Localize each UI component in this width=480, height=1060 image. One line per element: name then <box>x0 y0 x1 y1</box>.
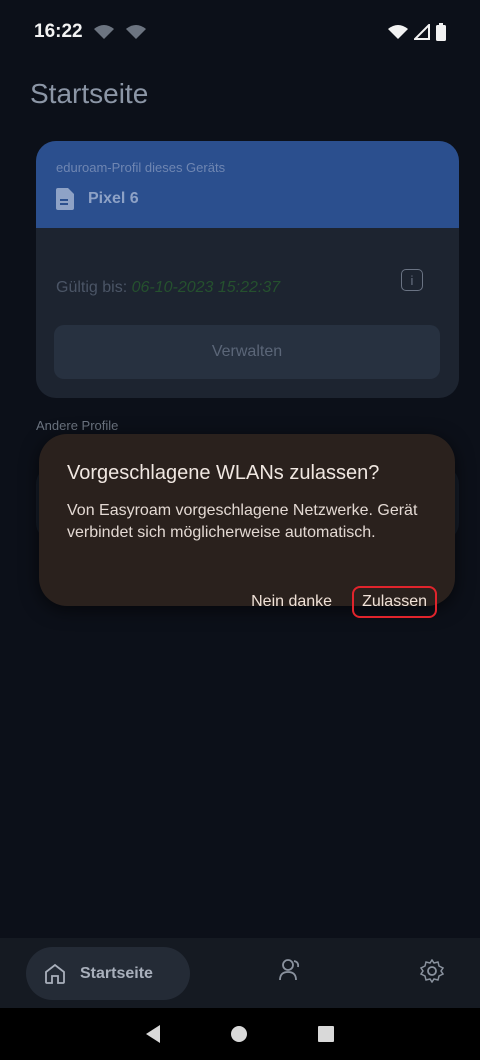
document-icon <box>56 188 74 210</box>
profile-card: eduroam-Profil dieses Geräts Pixel 6 Gül… <box>36 141 459 398</box>
allow-button[interactable]: Zulassen <box>352 586 437 618</box>
other-profiles-label: Andere Profile <box>36 418 119 433</box>
profile-subtitle: eduroam-Profil dieses Geräts <box>56 160 226 175</box>
device-name: Pixel 6 <box>88 190 139 207</box>
dialog-title: Vorgeschlagene WLANs zulassen? <box>67 462 380 484</box>
system-navigation-bar <box>0 1008 480 1060</box>
manage-button[interactable]: Verwalten <box>54 325 440 379</box>
page-title: Startseite <box>30 78 149 109</box>
suggested-wlan-dialog: Vorgeschlagene WLANs zulassen? Von Easyr… <box>39 434 455 618</box>
gear-icon <box>419 958 445 984</box>
valid-until-row: Gültig bis: 06-10-2023 15:22:37 <box>56 279 280 297</box>
wifi-question-icon <box>125 25 146 39</box>
home-icon <box>45 963 65 984</box>
valid-date: 06-10-2023 15:22:37 <box>131 279 281 296</box>
recents-icon[interactable] <box>318 1026 335 1042</box>
deny-button[interactable]: Nein danke <box>251 593 332 611</box>
bottom-navigation: Startseite <box>0 938 480 1008</box>
profile-card-header: eduroam-Profil dieses Geräts Pixel 6 <box>36 141 459 228</box>
info-icon[interactable]: i <box>401 269 423 291</box>
status-bar: 16:22 <box>0 0 480 64</box>
dialog-body: Von Easyroam vorgeschlagene Netzwerke. G… <box>67 502 418 541</box>
nav-profiles-tab[interactable] <box>279 958 303 989</box>
users-icon <box>279 959 300 981</box>
wifi-icon <box>388 25 408 39</box>
back-icon[interactable] <box>145 1025 160 1043</box>
signal-icon <box>414 24 430 40</box>
nav-settings-tab[interactable] <box>419 958 445 988</box>
nav-home-label: Startseite <box>80 964 153 982</box>
nav-home-tab[interactable]: Startseite <box>26 947 190 1000</box>
status-time: 16:22 <box>34 21 83 42</box>
home-circle-icon[interactable] <box>230 1026 247 1042</box>
battery-icon <box>436 23 446 41</box>
dialog-actions: Nein danke Zulassen <box>251 586 437 618</box>
valid-label: Gültig bis: <box>56 279 128 296</box>
wifi-question-icon <box>93 25 114 39</box>
device-row: Pixel 6 <box>56 188 139 210</box>
status-right <box>388 23 446 41</box>
status-left: 16:22 <box>34 21 147 43</box>
